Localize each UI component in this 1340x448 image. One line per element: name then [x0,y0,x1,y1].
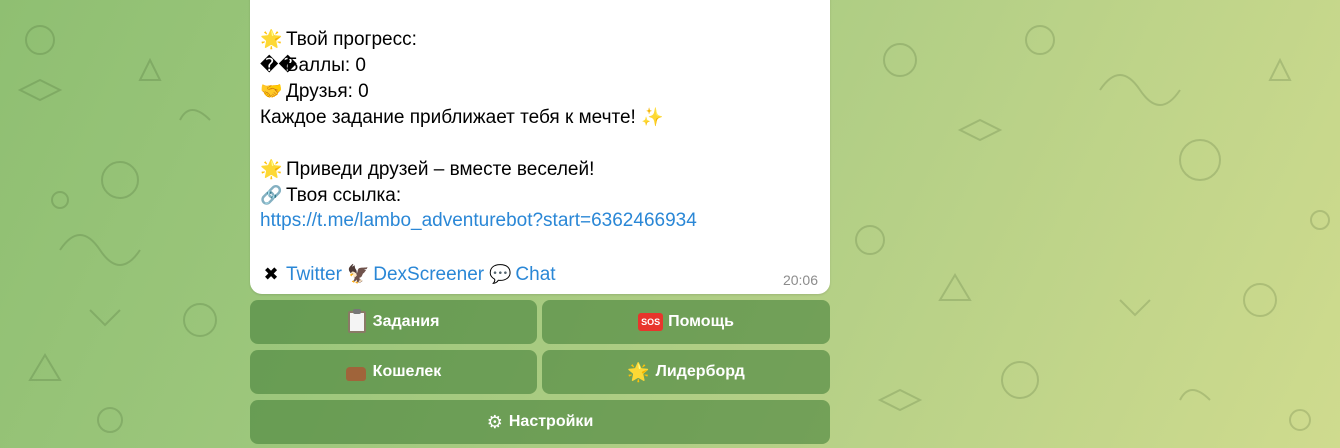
chat-link[interactable]: Chat [515,264,555,285]
clipboard-icon [347,309,366,333]
settings-button-label: Настройки [508,413,594,430]
help-button-label: Помощь [668,313,734,330]
dexscreener-link[interactable]: DexScreener [373,264,484,285]
referral-link[interactable]: https://t.me/lambo_adventurebot?start=63… [260,208,697,234]
twitter-link[interactable]: Twitter [286,264,342,285]
bot-message-bubble: 🌟 Твой прогресс: ��Баллы: 0 🤝 Друзья: 0 Ка… [250,0,830,294]
gear-icon: ⚙ [486,412,503,432]
link-icon: 🔗 [260,185,283,205]
star-icon: 🌟 [627,362,650,382]
message-line-invite: 🌟 Приведи друзей – вместе веселей! [260,156,594,183]
message-timestamp: 20:06 [782,272,818,288]
x-icon: ✖ [263,264,279,284]
star-icon: 🌟 [260,159,283,179]
star-icon: 🌟 [260,29,283,49]
sos-icon: SOS [638,313,664,331]
tasks-button-label: Задания [372,313,440,330]
motivation-text: Каждое задание приближает тебя к мечте! [260,107,636,128]
friends-text: Друзья: 0 [286,81,369,102]
message-line-points: ��Баллы: 0 [260,52,366,79]
tasks-button[interactable]: Задания [250,300,537,344]
wallet-button[interactable]: Кошелек [250,350,537,394]
leaderboard-button[interactable]: 🌟 Лидерборд [542,350,830,394]
social-links: ✖ Twitter 🦅 DexScreener 💬 Chat [260,261,555,288]
broken-glyph-icon: �� [260,55,297,75]
help-button[interactable]: SOS Помощь [542,300,830,344]
leaderboard-button-label: Лидерборд [655,363,745,380]
eagle-icon: 🦅 [347,264,370,284]
points-text: Баллы: 0 [286,55,366,76]
message-line-friends: 🤝 Друзья: 0 [260,78,369,105]
wallet-button-label: Кошелек [372,363,442,380]
chat-bubbles-icon: 💬 [489,264,512,284]
message-line-link-label: 🔗 Твоя ссылка: [260,182,401,209]
wallet-bag-icon [345,367,366,381]
link-label: Твоя ссылка: [286,185,402,206]
sparkles-icon: ✨ [641,107,664,127]
message-line-progress: 🌟 Твой прогресс: [260,26,417,53]
settings-button[interactable]: ⚙ Настройки [250,400,830,444]
message-line-motivation: Каждое задание приближает тебя к мечте! … [260,104,667,131]
invite-text: Приведи друзей – вместе веселей! [286,159,595,180]
handshake-icon: 🤝 [260,81,283,101]
progress-heading: Твой прогресс: [286,29,417,50]
